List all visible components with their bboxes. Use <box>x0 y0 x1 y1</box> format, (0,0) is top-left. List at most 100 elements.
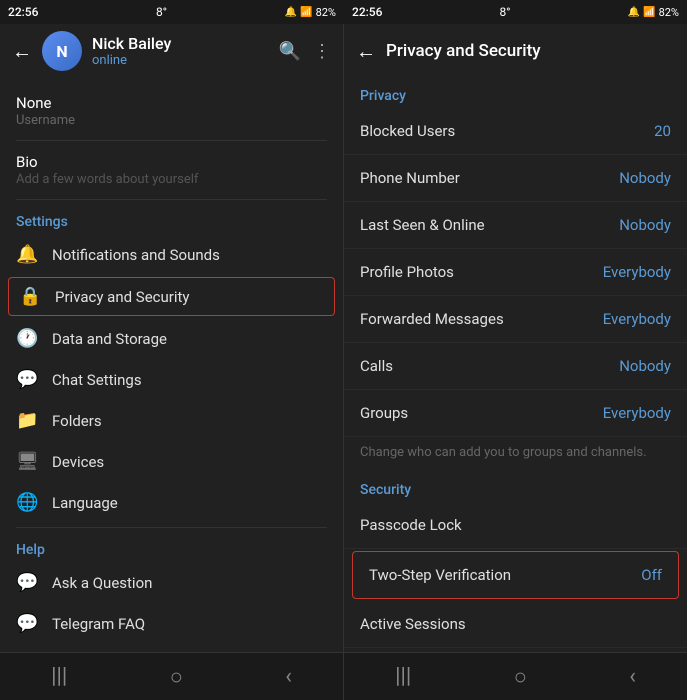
folders-label: Folders <box>52 412 102 430</box>
user-status: online <box>92 53 269 68</box>
passcode-lock-label: Passcode Lock <box>360 516 462 534</box>
battery-left: 82% <box>316 6 336 19</box>
phone-number-value: Nobody <box>619 169 671 187</box>
forwarded-messages-value: Everybody <box>603 310 671 328</box>
sidebar-item-language[interactable]: 🌐 Language <box>0 482 343 523</box>
help-section-header: Help <box>0 532 343 562</box>
ask-label: Ask a Question <box>52 574 152 592</box>
two-step-label: Two-Step Verification <box>369 566 511 584</box>
battery-right: 82% <box>659 6 679 19</box>
last-seen-row[interactable]: Last Seen & Online Nobody <box>344 202 687 249</box>
notifications-icon: 🔔 <box>16 244 38 265</box>
language-icon: 🌐 <box>16 492 38 513</box>
sidebar-item-devices[interactable]: 🖥 Devices <box>0 441 343 482</box>
two-step-verification-row[interactable]: Two-Step Verification Off <box>352 551 679 599</box>
privacy-label: Privacy and Security <box>55 288 190 306</box>
active-sessions-label: Active Sessions <box>360 615 466 633</box>
back-button[interactable]: ← <box>12 39 32 64</box>
search-icon[interactable]: 🔍 <box>279 41 301 62</box>
sidebar-item-faq[interactable]: 💬 Telegram FAQ <box>0 603 343 644</box>
more-options-icon[interactable]: ⋮ <box>313 41 331 62</box>
right-panel: 22:56 8° 🔔 📶 82% ← Privacy and Security … <box>344 0 687 700</box>
nav-home-icon[interactable]: ○ <box>170 664 183 690</box>
forwarded-messages-label: Forwarded Messages <box>360 310 504 328</box>
two-step-value: Off <box>641 566 662 584</box>
phone-number-label: Phone Number <box>360 169 460 187</box>
bio-value: Bio <box>16 153 327 171</box>
devices-label: Devices <box>52 453 104 471</box>
privacy-note: Change who can add you to groups and cha… <box>344 437 687 472</box>
right-nav-menu-icon[interactable]: ||| <box>395 664 411 689</box>
ask-icon: 💬 <box>16 572 38 593</box>
header-icons: 🔍 ⋮ <box>279 41 331 62</box>
nav-menu-icon[interactable]: ||| <box>51 664 67 689</box>
left-panel: 22:56 8° 🔔 📶 82% ← N Nick Bailey online … <box>0 0 344 700</box>
passcode-lock-row[interactable]: Passcode Lock <box>344 502 687 549</box>
alarm-icon: 🔔 <box>285 7 297 18</box>
divider-3 <box>16 527 327 528</box>
blocked-users-label: Blocked Users <box>360 122 455 140</box>
user-name: Nick Bailey <box>92 34 269 53</box>
avatar: N <box>42 31 82 71</box>
signal-icon-right: 📶 <box>643 7 655 18</box>
last-seen-value: Nobody <box>619 216 671 234</box>
user-info: Nick Bailey online <box>92 34 269 68</box>
nav-back-icon[interactable]: ‹ <box>285 664 292 689</box>
groups-value: Everybody <box>603 404 671 422</box>
sidebar-item-privacy[interactable]: 🔒 Privacy and Security <box>8 277 335 316</box>
status-time-left: 22:56 <box>8 5 38 19</box>
username-label: Username <box>16 113 327 128</box>
right-nav-home-icon[interactable]: ○ <box>514 664 527 690</box>
devices-icon: 🖥 <box>16 451 38 472</box>
right-back-button[interactable]: ← <box>356 39 376 64</box>
status-temp-left: 8° <box>156 5 167 19</box>
settings-section-header: Settings <box>0 204 343 234</box>
sidebar-item-ask[interactable]: 💬 Ask a Question <box>0 562 343 603</box>
notifications-label: Notifications and Sounds <box>52 246 220 264</box>
sidebar-item-data[interactable]: 🕐 Data and Storage <box>0 318 343 359</box>
data-label: Data and Storage <box>52 330 167 348</box>
divider-2 <box>16 199 327 200</box>
phone-number-row[interactable]: Phone Number Nobody <box>344 155 687 202</box>
last-seen-label: Last Seen & Online <box>360 216 485 234</box>
right-nav-back-icon[interactable]: ‹ <box>629 664 636 689</box>
sidebar-item-privacy-policy[interactable]: 📄 Privacy Policy <box>0 644 343 652</box>
groups-row[interactable]: Groups Everybody <box>344 390 687 437</box>
left-bottom-nav: ||| ○ ‹ <box>0 652 343 700</box>
right-title: Privacy and Security <box>386 41 541 61</box>
profile-photos-row[interactable]: Profile Photos Everybody <box>344 249 687 296</box>
calls-value: Nobody <box>619 357 671 375</box>
chat-label: Chat Settings <box>52 371 142 389</box>
blocked-users-value: 20 <box>654 122 671 140</box>
sidebar-item-folders[interactable]: 📁 Folders <box>0 400 343 441</box>
alarm-icon-right: 🔔 <box>628 7 640 18</box>
status-time-right: 22:56 <box>352 5 382 19</box>
left-content: None Username Bio Add a few words about … <box>0 78 343 652</box>
status-temp-right: 8° <box>499 5 510 19</box>
signal-icon: 📶 <box>300 7 312 18</box>
forwarded-messages-row[interactable]: Forwarded Messages Everybody <box>344 296 687 343</box>
right-header: ← Privacy and Security <box>344 24 687 78</box>
active-sessions-row[interactable]: Active Sessions <box>344 601 687 648</box>
username-value: None <box>16 94 327 112</box>
sidebar-item-chat[interactable]: 💬 Chat Settings <box>0 359 343 400</box>
blocked-users-row[interactable]: Blocked Users 20 <box>344 108 687 155</box>
faq-icon: 💬 <box>16 613 38 634</box>
faq-label: Telegram FAQ <box>52 615 145 633</box>
folders-icon: 📁 <box>16 410 38 431</box>
privacy-section-title: Privacy <box>344 78 687 108</box>
chat-icon: 💬 <box>16 369 38 390</box>
username-field[interactable]: None Username <box>0 86 343 136</box>
calls-row[interactable]: Calls Nobody <box>344 343 687 390</box>
security-section-title: Security <box>344 472 687 502</box>
sidebar-item-notifications[interactable]: 🔔 Notifications and Sounds <box>0 234 343 275</box>
bio-placeholder: Add a few words about yourself <box>16 172 327 187</box>
language-label: Language <box>52 494 118 512</box>
privacy-icon: 🔒 <box>19 286 41 307</box>
profile-photos-value: Everybody <box>603 263 671 281</box>
data-icon: 🕐 <box>16 328 38 349</box>
right-content: Privacy Blocked Users 20 Phone Number No… <box>344 78 687 652</box>
groups-label: Groups <box>360 404 408 422</box>
profile-photos-label: Profile Photos <box>360 263 454 281</box>
bio-field[interactable]: Bio Add a few words about yourself <box>0 145 343 195</box>
